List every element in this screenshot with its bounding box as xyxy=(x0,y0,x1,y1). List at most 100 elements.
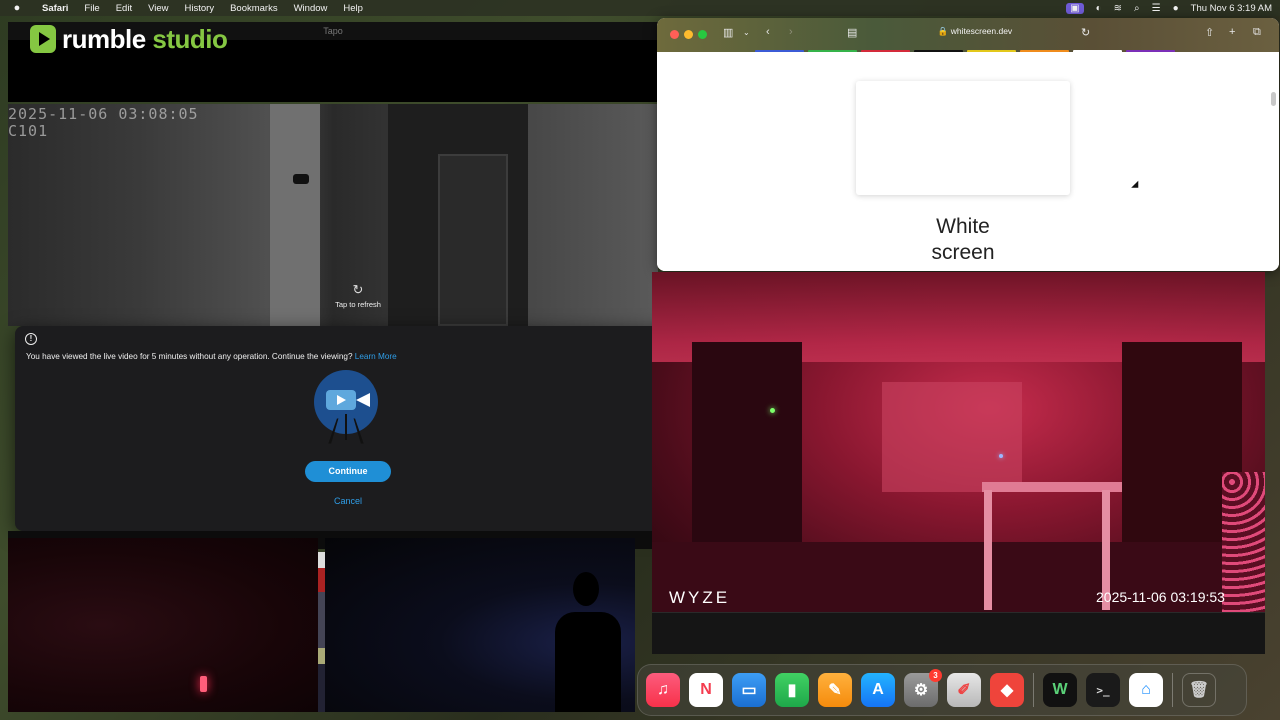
address-bar[interactable]: 🔒 whitescreen.dev xyxy=(930,26,1020,37)
rumble-play-icon xyxy=(30,25,56,53)
w-app-icon[interactable]: W xyxy=(1043,673,1077,707)
feed-patterned-fabric xyxy=(1222,472,1265,612)
new-tab-icon[interactable]: + xyxy=(1229,26,1235,38)
menu-edit[interactable]: Edit xyxy=(108,3,140,14)
silhouette-body xyxy=(555,612,621,712)
dialog-message: You have viewed the live video for 5 min… xyxy=(26,352,397,361)
terminal-app-icon[interactable]: >_ xyxy=(1086,673,1120,707)
wyze-camera-feed[interactable]: WYZE 2025-11-06 03:19:53 xyxy=(652,272,1265,612)
close-window-button[interactable] xyxy=(670,30,679,39)
menu-history[interactable]: History xyxy=(177,3,223,14)
feed-blue-light xyxy=(999,454,1003,458)
settings-glyph: ⚙ xyxy=(913,682,929,699)
tab-overview-icon[interactable]: ⧉ xyxy=(1253,26,1261,39)
menubar-clock[interactable]: Thu Nov 6 3:19 AM xyxy=(1191,3,1272,14)
thumbnail-divider xyxy=(318,552,325,712)
camera-timestamp: 2025-11-06 03:08:05 xyxy=(8,105,199,123)
silhouette-head xyxy=(573,572,599,606)
user-icon[interactable]: ● xyxy=(1173,3,1179,14)
feed-left-shelf xyxy=(692,342,802,562)
anydesk-app-icon[interactable]: ◆ xyxy=(990,673,1024,707)
feed-green-light xyxy=(770,408,775,413)
feed-door-knob xyxy=(293,174,309,184)
app-store-icon[interactable]: A xyxy=(861,673,895,707)
white-screen-preview-card[interactable] xyxy=(856,81,1070,195)
video-camera-icon xyxy=(326,390,356,410)
notes-app-icon[interactable]: ✐ xyxy=(947,673,981,707)
menu-view[interactable]: View xyxy=(140,3,176,14)
dock-separator xyxy=(1172,673,1173,707)
camera-id: C101 xyxy=(8,122,49,140)
safari-window: ▥ ⌄ ‹ › ▤ 🔒 whitescreen.dev ↻ ⇧ + ⧉ Whit… xyxy=(657,18,1279,271)
red-led-glow xyxy=(200,676,207,692)
tripod-leg xyxy=(345,414,347,440)
menu-file[interactable]: File xyxy=(76,3,107,14)
back-button-icon[interactable]: ‹ xyxy=(766,26,770,38)
menu-bar: ● Safari File Edit View History Bookmark… xyxy=(0,0,1280,16)
settings-badge: 3 xyxy=(929,669,942,682)
dock-separator xyxy=(1033,673,1034,707)
screen-mirroring-icon[interactable]: ▣ xyxy=(1066,2,1084,14)
menu-app-name[interactable]: Safari xyxy=(34,3,76,14)
refresh-control[interactable]: ↻ Tap to refresh xyxy=(318,282,398,309)
camera-lens-icon xyxy=(356,393,370,407)
refresh-label[interactable]: Tap to refresh xyxy=(318,300,398,309)
person-silhouette xyxy=(551,572,621,712)
dialog-message-text: You have viewed the live video for 5 min… xyxy=(26,352,353,361)
cancel-button[interactable]: Cancel xyxy=(305,496,391,506)
keynote-app-icon[interactable]: ▭ xyxy=(732,673,766,707)
rumble-studio-logo: rumble studio xyxy=(30,23,228,55)
share-icon[interactable]: ⇧ xyxy=(1205,26,1214,39)
wyze-bottom-panel xyxy=(652,612,1265,654)
reload-icon[interactable]: ↻ xyxy=(1081,26,1090,39)
white-screen-title[interactable]: White screen xyxy=(863,214,1063,266)
status-area: ▣ ◐ ≋ ⌕ ☰ ● Thu Nov 6 3:19 AM xyxy=(1066,0,1272,16)
safari-page-content: White screen xyxy=(657,52,1279,271)
info-icon: ! xyxy=(25,333,37,345)
rumble-wordmark: rumble studio xyxy=(62,23,228,55)
idle-timeout-dialog: ! × You have viewed the live video for 5… xyxy=(15,326,682,531)
feed-table-top xyxy=(982,482,1122,492)
camera-overlay: 2025-11-06 03:08:05 C101 xyxy=(8,106,199,140)
focus-icon[interactable]: ◐ xyxy=(1096,3,1102,14)
menu-bookmarks[interactable]: Bookmarks xyxy=(222,3,286,14)
forward-button-icon[interactable]: › xyxy=(789,26,793,38)
sidebar-toggle-icon[interactable]: ▥ xyxy=(723,26,733,39)
news-app-icon[interactable]: N xyxy=(689,673,723,707)
page-menu-icon[interactable]: ▤ xyxy=(847,26,857,39)
apple-menu-icon[interactable]: ● xyxy=(0,2,34,14)
sidebar-dropdown-icon[interactable]: ⌄ xyxy=(743,28,750,37)
camera-thumbnail-dark[interactable] xyxy=(325,538,635,712)
url-text[interactable]: whitescreen.dev xyxy=(951,26,1012,36)
wyze-logo: WYZE xyxy=(669,588,731,607)
continue-button[interactable]: Continue xyxy=(305,461,391,482)
trash-icon[interactable]: 🗑 xyxy=(1182,673,1216,707)
system-settings-icon[interactable]: ⚙ 3 xyxy=(904,669,942,707)
learn-more-link[interactable]: Learn More xyxy=(355,352,397,361)
control-center-icon[interactable]: ☰ xyxy=(1152,3,1161,14)
title-line-2: screen xyxy=(931,241,995,264)
brand-secondary: studio xyxy=(152,23,228,54)
video-camera-illustration xyxy=(314,370,380,444)
refresh-icon[interactable]: ↻ xyxy=(318,282,398,298)
search-icon[interactable]: ⌕ xyxy=(1134,3,1140,14)
camera-thumbnail-red[interactable] xyxy=(8,538,318,712)
wifi-icon[interactable]: ≋ xyxy=(1114,3,1122,14)
music-app-icon[interactable]: ♫ xyxy=(646,673,680,707)
safari-toolbar: ▥ ⌄ ‹ › ▤ 🔒 whitescreen.dev ↻ ⇧ + ⧉ xyxy=(657,18,1279,53)
dock: ♫ N ▭ ▮ ✎ A ⚙ 3 ✐ ◆ W >_ ⌂ 🗑 xyxy=(637,664,1247,716)
title-line-1: White xyxy=(936,215,990,238)
zoom-window-button[interactable] xyxy=(698,30,707,39)
feed-door-frame xyxy=(270,104,320,326)
menu-help[interactable]: Help xyxy=(335,3,371,14)
feed-wall xyxy=(882,382,1022,492)
page-scrollbar[interactable] xyxy=(1271,92,1276,106)
pages-app-icon[interactable]: ✎ xyxy=(818,673,852,707)
menu-window[interactable]: Window xyxy=(286,3,336,14)
brand-primary: rumble xyxy=(62,23,146,54)
wyze-timestamp: 2025-11-06 03:19:53 xyxy=(1096,589,1225,605)
numbers-app-icon[interactable]: ▮ xyxy=(775,673,809,707)
tapo-camera-feed[interactable]: 2025-11-06 03:08:05 C101 ↻ Tap to refres… xyxy=(8,104,658,326)
home-app-icon[interactable]: ⌂ xyxy=(1129,673,1163,707)
minimize-window-button[interactable] xyxy=(684,30,693,39)
